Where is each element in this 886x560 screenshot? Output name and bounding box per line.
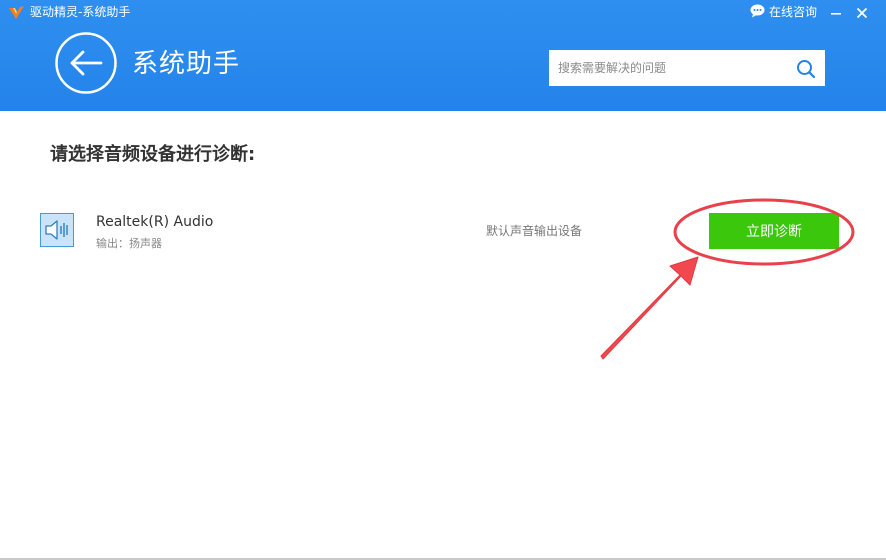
window-title: 驱动精灵-系统助手 (30, 5, 131, 19)
minimize-button[interactable] (826, 3, 846, 23)
device-name: Realtek(R) Audio (96, 214, 214, 230)
device-output-type: 输出：扬声器 (96, 237, 162, 250)
app-logo-icon (9, 6, 24, 19)
close-button[interactable] (852, 3, 872, 23)
arrow-left-icon (70, 50, 103, 76)
chat-bubble-icon (750, 4, 765, 18)
page-title: 系统助手 (132, 49, 241, 79)
online-consult-label: 在线咨询 (769, 5, 818, 19)
section-title: 请选择音频设备进行诊断: (50, 144, 256, 165)
title-bar: 驱动精灵-系统助手 在线咨询 (0, 0, 886, 26)
search-icon[interactable] (796, 59, 816, 79)
device-role: 默认声音输出设备 (486, 224, 583, 238)
pointer-arrow-icon (600, 256, 699, 360)
back-button[interactable] (55, 32, 117, 94)
diagnose-now-button[interactable]: 立即诊断 (709, 213, 839, 249)
search-box (549, 50, 825, 86)
speaker-icon (40, 213, 74, 247)
search-input[interactable] (549, 50, 789, 86)
